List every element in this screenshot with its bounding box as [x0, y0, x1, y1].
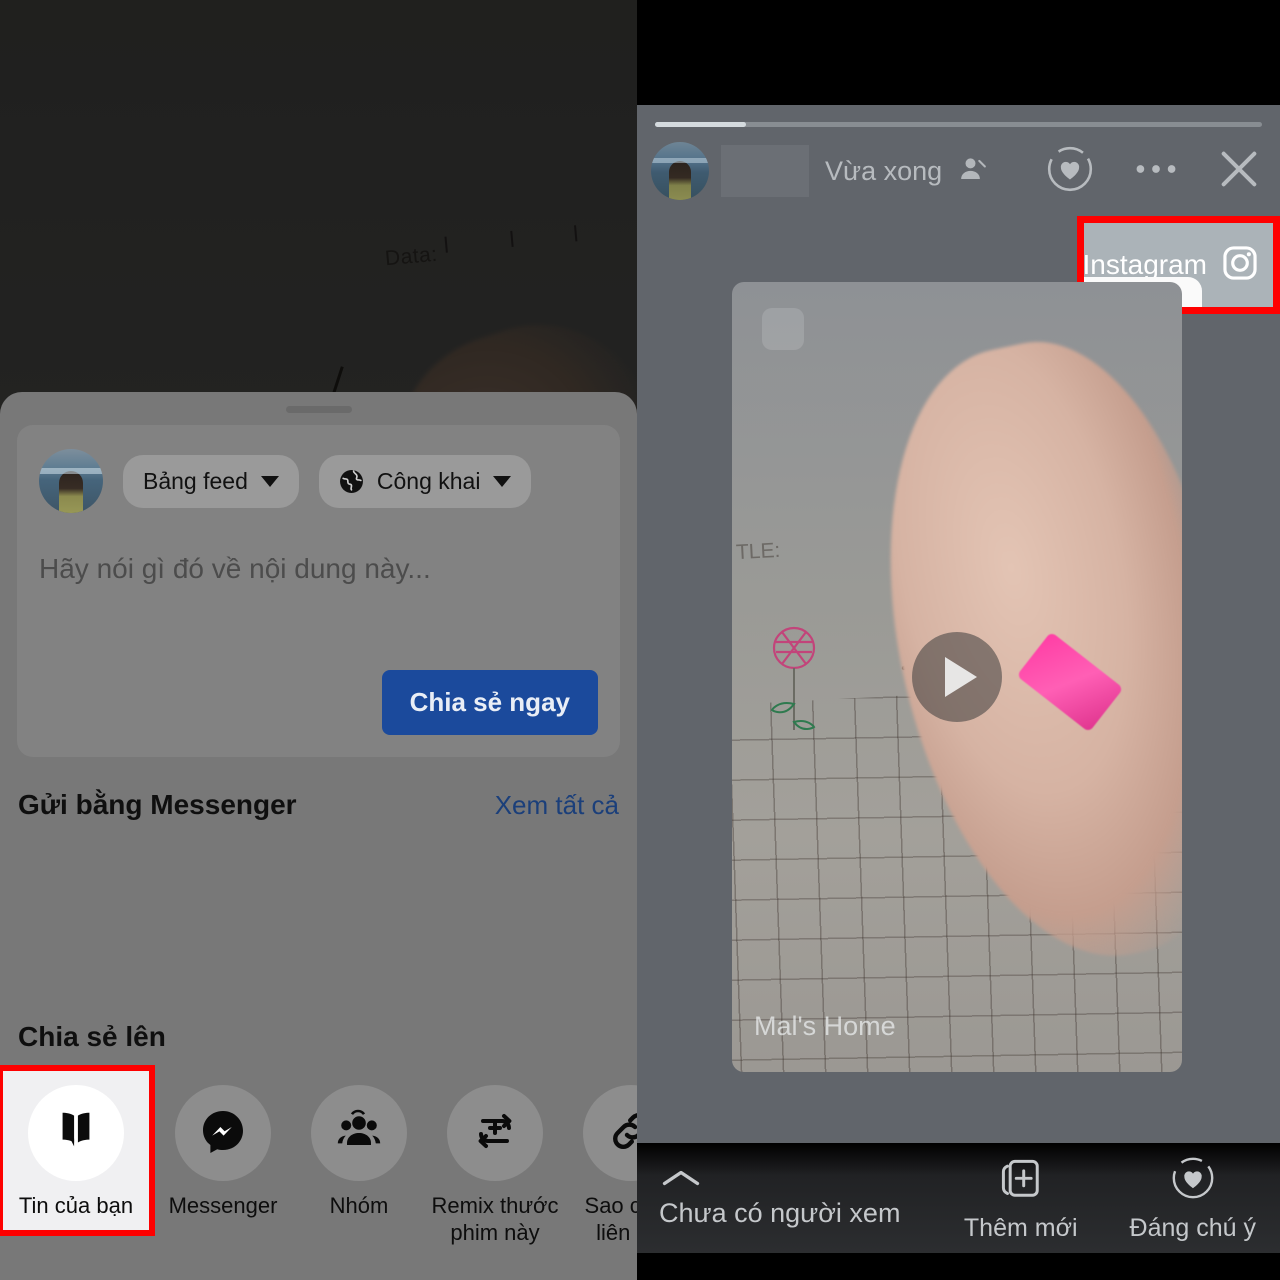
- see-all-link[interactable]: Xem tất cả: [495, 790, 619, 821]
- highlight-heart-icon[interactable]: [1044, 143, 1096, 200]
- left-panel-facebook-share-sheet: Data: Bảng feed Công khai Hãy nói gì đó …: [0, 0, 637, 1280]
- globe-icon: [339, 469, 364, 494]
- groups-icon: [335, 1107, 383, 1160]
- groups-icon-wrap: [311, 1085, 407, 1181]
- story-progress-fill: [655, 122, 747, 127]
- play-triangle: [945, 657, 977, 697]
- highlight-label: Đáng chú ý: [1129, 1213, 1256, 1242]
- story-caption-text: Mal's Home: [754, 1011, 896, 1041]
- viewers-group[interactable]: Chưa có người xem: [659, 1167, 900, 1229]
- story-media-card[interactable]: TLE: Mal's Home: [732, 282, 1182, 1072]
- remix-icon: [471, 1107, 519, 1160]
- instagram-icon: [1221, 244, 1259, 287]
- share-target-label: Nhóm: [329, 1193, 389, 1218]
- remix-icon-wrap: [447, 1085, 543, 1181]
- more-options-icon[interactable]: [1132, 161, 1180, 182]
- share-target-label: Remix thước phim này: [431, 1193, 559, 1245]
- screenshot-root: Data: Bảng feed Công khai Hãy nói gì đó …: [0, 0, 1280, 1280]
- flower-drawing-left: [770, 626, 816, 730]
- add-card-icon: [998, 1156, 1044, 1207]
- story-progress-bar: [655, 122, 1262, 127]
- share-target-remix[interactable]: Remix thước phim này: [427, 1071, 563, 1247]
- username-redacted-block: [721, 145, 809, 197]
- destination-selector[interactable]: Bảng feed: [123, 454, 299, 508]
- share-target-label: Messenger: [168, 1193, 278, 1218]
- add-new-button[interactable]: Thêm mới: [964, 1156, 1078, 1243]
- privacy-selector[interactable]: Công khai: [318, 454, 532, 508]
- composer-placeholder-text[interactable]: Hãy nói gì đó về nội dung này...: [39, 553, 598, 585]
- right-panel-story-viewer: Vừa xong Instagram TLE: Mal's Home Chưa …: [637, 0, 1280, 1280]
- share-targets-row: Tin của bạn Messenger Nhóm Remix thước p…: [0, 1065, 637, 1247]
- bottom-actions-group: Thêm mới Đáng chú ý: [964, 1154, 1280, 1243]
- share-target-groups[interactable]: Nhóm: [291, 1071, 427, 1220]
- share-target-copy-link[interactable]: Sao chép liên kết: [563, 1071, 637, 1247]
- share-now-button[interactable]: Chia sẻ ngay: [381, 670, 598, 735]
- play-icon[interactable]: [912, 632, 1002, 722]
- avatar: [39, 449, 103, 513]
- privacy-label: Công khai: [376, 467, 481, 494]
- share-target-messenger[interactable]: Messenger: [155, 1071, 291, 1220]
- story-header: Vừa xong: [637, 140, 1280, 202]
- card-top-badge-icon: [762, 308, 804, 350]
- close-icon[interactable]: [1216, 146, 1262, 197]
- share-to-section-title: Chia sẻ lên: [18, 1021, 166, 1052]
- destination-label: Bảng feed: [143, 467, 248, 494]
- share-bottom-sheet: Bảng feed Công khai Hãy nói gì đó về nội…: [0, 392, 637, 1280]
- messenger-icon: [199, 1107, 247, 1160]
- link-icon-wrap: [583, 1085, 637, 1181]
- avatar[interactable]: [651, 142, 709, 200]
- share-target-label: Sao chép liên kết: [584, 1193, 637, 1245]
- chevron-up-icon: [659, 1167, 703, 1194]
- messenger-section-title: Gửi bằng Messenger: [18, 789, 297, 820]
- share-target-label: Tin của bạn: [18, 1193, 134, 1218]
- add-new-label: Thêm mới: [963, 1213, 1078, 1242]
- story-bottom-bar: Chưa có người xem Thêm mới Đáng chú ý: [637, 1143, 1280, 1253]
- highlight-button[interactable]: Đáng chú ý: [1130, 1154, 1256, 1243]
- post-composer-card: Bảng feed Công khai Hãy nói gì đó về nội…: [17, 425, 620, 757]
- story-book-icon: [53, 1108, 99, 1159]
- viewers-label: Chưa có người xem: [659, 1198, 901, 1228]
- card-paper-title-text: TLE:: [735, 538, 781, 565]
- messenger-section-header: Gửi bằng Messenger Xem tất cả: [0, 789, 637, 821]
- chevron-down-icon: [260, 475, 279, 487]
- messenger-icon-wrap: [175, 1085, 271, 1181]
- story-book-icon-wrap: [28, 1085, 124, 1181]
- story-timestamp: Vừa xong: [825, 155, 943, 186]
- sheet-drag-handle[interactable]: [285, 406, 352, 413]
- link-icon: [607, 1107, 637, 1160]
- story-header-actions: [1044, 143, 1266, 200]
- highlight-heart-icon: [1169, 1154, 1217, 1207]
- chevron-down-icon: [493, 475, 512, 487]
- composer-header-row: Bảng feed Công khai: [39, 449, 598, 513]
- audience-person-icon: [958, 154, 988, 189]
- share-target-your-story[interactable]: Tin của bạn: [0, 1065, 155, 1236]
